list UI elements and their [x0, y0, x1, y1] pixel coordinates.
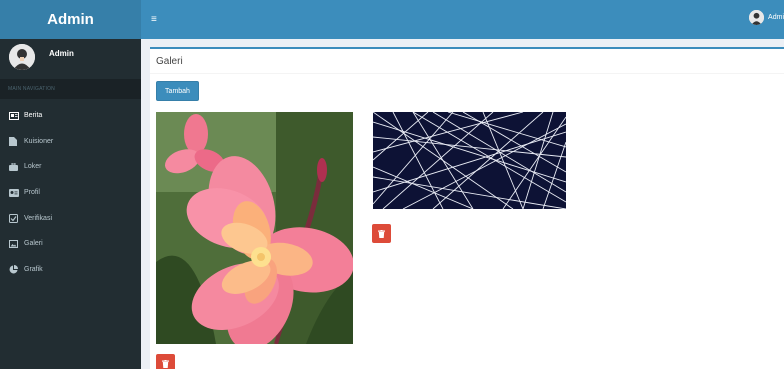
trash-icon	[378, 225, 385, 243]
nav-header: MAIN NAVIGATION	[0, 79, 141, 99]
gallery-box: Galeri Tambah	[150, 47, 784, 369]
delete-button[interactable]	[156, 354, 175, 369]
sidebar: Admin Admin MAIN NAVIGATION Berita Kuisi…	[0, 0, 141, 369]
page-title: Galeri	[150, 49, 784, 74]
newspaper-icon	[9, 111, 20, 120]
check-square-icon	[9, 213, 20, 223]
sidebar-item-verifikasi[interactable]: Verifikasi	[0, 205, 141, 231]
pie-chart-icon	[9, 264, 20, 274]
id-card-icon	[9, 188, 20, 197]
sidebar-item-kuisioner[interactable]: Kuisioner	[0, 129, 141, 155]
sidebar-item-label: Galeri	[24, 240, 43, 248]
content-area: Galeri Tambah	[141, 39, 784, 369]
delete-button[interactable]	[372, 224, 391, 243]
image-icon	[9, 239, 20, 248]
top-navbar: ≡ Admi	[141, 0, 784, 39]
nav-list: Berita Kuisioner Loker Profil Verifikasi	[0, 103, 141, 282]
file-icon	[9, 136, 20, 146]
gallery-image-flower	[156, 112, 353, 344]
top-user-name: Admi	[768, 14, 784, 21]
sidebar-item-loker[interactable]: Loker	[0, 154, 141, 180]
top-user-avatar	[749, 10, 765, 25]
menu-toggle-icon[interactable]: ≡	[151, 14, 157, 25]
sidebar-item-berita[interactable]: Berita	[0, 103, 141, 129]
logo[interactable]: Admin	[0, 0, 141, 39]
add-button[interactable]: Tambah	[156, 81, 199, 101]
sidebar-item-label: Berita	[24, 112, 43, 120]
gallery-image-abstract-lines	[373, 112, 566, 209]
sidebar-item-label: Grafik	[24, 265, 43, 273]
user-name: Admin	[49, 49, 74, 58]
sidebar-item-label: Profil	[24, 189, 40, 197]
user-avatar	[9, 44, 35, 70]
sidebar-item-label: Kuisioner	[24, 137, 54, 145]
sidebar-item-galeri[interactable]: Galeri	[0, 231, 141, 257]
briefcase-icon	[9, 162, 20, 171]
sidebar-item-label: Verifikasi	[24, 214, 53, 222]
user-panel: Admin	[0, 39, 141, 79]
top-user-menu[interactable]: Admi	[749, 10, 784, 25]
sidebar-item-grafik[interactable]: Grafik	[0, 257, 141, 283]
sidebar-item-label: Loker	[24, 163, 42, 171]
sidebar-item-profil[interactable]: Profil	[0, 180, 141, 206]
trash-icon	[162, 355, 169, 369]
